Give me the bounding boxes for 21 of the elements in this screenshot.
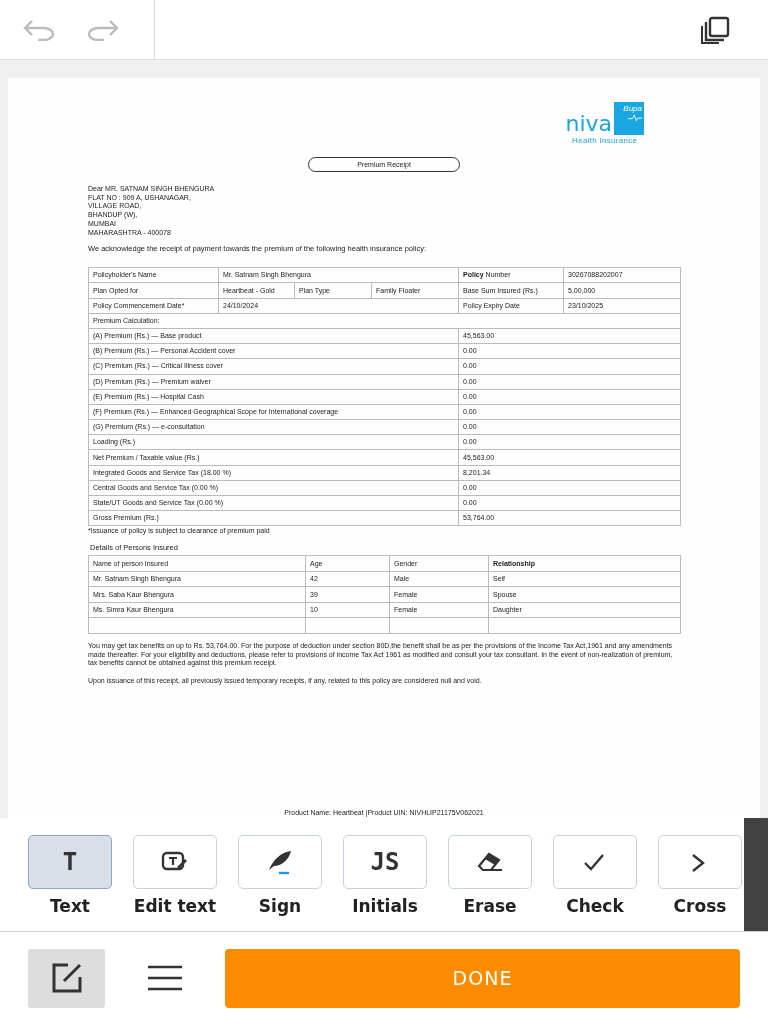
menu-icon[interactable] bbox=[147, 965, 183, 991]
copy-icon[interactable] bbox=[700, 15, 732, 44]
tool-glyph: JS bbox=[370, 848, 400, 876]
tool-label[interactable]: Initials bbox=[352, 896, 418, 916]
tool-button[interactable]: T bbox=[28, 835, 112, 889]
tool-button[interactable]: JS bbox=[343, 835, 427, 889]
logo-tagline: Health Insurance bbox=[572, 136, 638, 145]
tool-label[interactable]: Erase bbox=[463, 896, 517, 916]
edit-mode-button[interactable] bbox=[28, 948, 105, 1008]
tool-label[interactable]: Text bbox=[50, 896, 90, 916]
tool-label[interactable]: Sign bbox=[258, 896, 302, 916]
tool-label[interactable]: Cross bbox=[673, 896, 727, 916]
tool-label[interactable]: Edit text bbox=[133, 896, 217, 916]
tool-button[interactable] bbox=[238, 835, 322, 889]
tool-label[interactable]: Check bbox=[566, 896, 624, 916]
tool-button[interactable] bbox=[448, 835, 532, 889]
pulse-icon bbox=[628, 114, 642, 122]
badge-text: Bupa bbox=[623, 104, 642, 113]
brand-logo: niva bbox=[565, 113, 612, 135]
tool-button[interactable] bbox=[133, 835, 217, 889]
tool-glyph: T bbox=[62, 848, 78, 876]
